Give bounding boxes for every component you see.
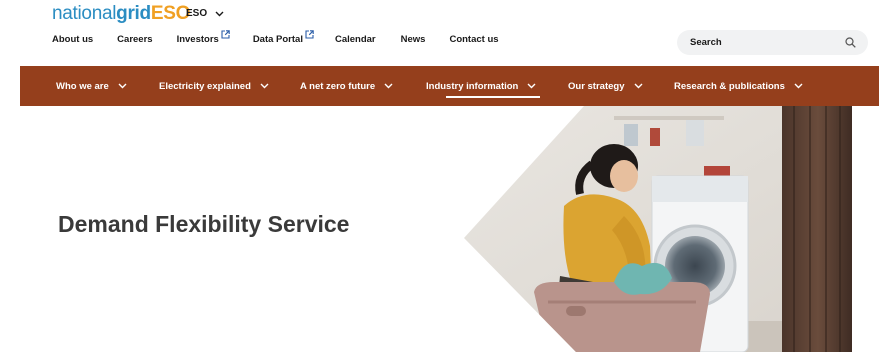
site-switcher-dropdown[interactable]: ESO (186, 8, 224, 19)
utility-nav-news[interactable]: News (401, 34, 426, 45)
external-link-icon (305, 30, 314, 39)
utility-nav-investors[interactable]: Investors (176, 30, 230, 45)
main-nav-label: Industry information (426, 80, 519, 92)
chevron-down-icon (794, 83, 803, 89)
chevron-down-icon (118, 83, 127, 89)
main-nav-net-zero-future[interactable]: A net zero future (300, 66, 393, 106)
chevron-down-icon (215, 11, 224, 16)
main-nav-label: Research & publications (674, 80, 785, 92)
main-nav-label: A net zero future (300, 80, 376, 92)
main-nav-label: Who we are (56, 80, 109, 92)
utility-nav-label: Careers (117, 34, 153, 45)
utility-nav-label: Data Portal (252, 34, 303, 45)
main-nav-industry-information[interactable]: Industry information (426, 66, 536, 106)
page-title: Demand Flexibility Service (58, 211, 350, 237)
search-input[interactable]: Search (677, 30, 868, 55)
main-nav-research-publications[interactable]: Research & publications (674, 66, 803, 106)
utility-nav-data-portal[interactable]: Data Portal (252, 30, 314, 45)
main-nav-electricity-explained[interactable]: Electricity explained (159, 66, 269, 106)
search-icon[interactable] (845, 37, 856, 48)
chevron-down-icon (527, 83, 536, 89)
chevron-down-icon (260, 83, 269, 89)
utility-nav-label: Calendar (334, 34, 376, 45)
chevron-down-icon (634, 83, 642, 89)
external-link-icon (221, 30, 230, 39)
main-nav-label: Electricity explained (159, 80, 251, 92)
utility-nav-label: Contact us (449, 34, 499, 45)
main-nav-our-strategy[interactable]: Our strategy (568, 66, 643, 106)
utility-nav-label: Investors (176, 34, 219, 45)
utility-nav-careers[interactable]: Careers (117, 34, 152, 45)
main-nav-label: Our strategy (568, 80, 625, 92)
national-grid-eso-logo[interactable]: national grid ESO (52, 3, 190, 25)
chevron-down-icon (384, 83, 393, 89)
utility-nav-about-us[interactable]: About us (52, 34, 93, 45)
utility-nav: About us Careers Investors Data Portal C… (52, 30, 499, 45)
main-nav-who-we-are[interactable]: Who we are (56, 66, 127, 106)
site-switcher-label: ESO (186, 8, 208, 19)
logo-text-grid: grid (116, 3, 151, 24)
utility-nav-calendar[interactable]: Calendar (335, 34, 376, 45)
hero-photo (464, 106, 852, 352)
logo-text-national: national (52, 3, 117, 24)
logo-text-eso: ESO (150, 3, 191, 24)
utility-nav-label: About us (52, 34, 94, 45)
active-nav-indicator (446, 96, 540, 98)
utility-nav-contact-us[interactable]: Contact us (449, 34, 498, 45)
search-placeholder: Search (690, 37, 722, 48)
main-nav: Who we are Electricity explained A net z… (20, 66, 879, 106)
utility-nav-label: News (400, 34, 426, 45)
